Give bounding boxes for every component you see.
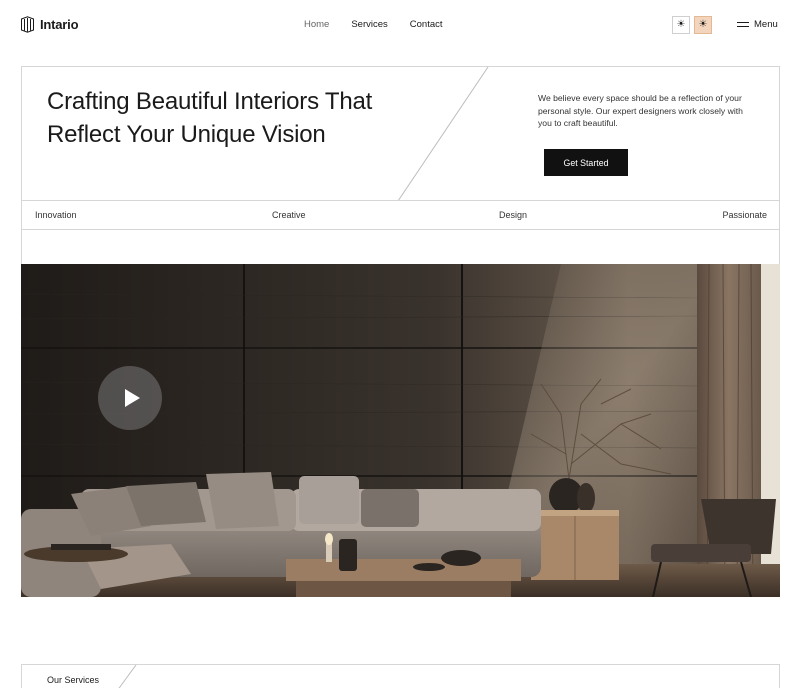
- tag-innovation: Innovation: [35, 210, 77, 220]
- nav-contact[interactable]: Contact: [410, 19, 443, 30]
- get-started-button[interactable]: Get Started: [544, 149, 628, 176]
- brand-name: Intario: [40, 17, 79, 32]
- dark-mode-button[interactable]: ☀: [694, 16, 712, 34]
- decorative-diagonal-line: [118, 665, 137, 688]
- hero-description: We believe every space should be a refle…: [538, 93, 743, 129]
- hero-title: Crafting Beautiful Interiors That Reflec…: [47, 88, 373, 148]
- play-video-button[interactable]: [98, 366, 162, 430]
- hero-section: Crafting Beautiful Interiors That Reflec…: [21, 66, 780, 264]
- tag-creative: Creative: [272, 210, 306, 220]
- tag-strip: Innovation Creative Design Passionate: [22, 200, 779, 230]
- living-room-illustration: [21, 264, 780, 597]
- tag-design: Design: [499, 210, 528, 220]
- services-section: Our Services: [21, 664, 780, 688]
- logo[interactable]: Intario: [20, 16, 79, 33]
- main-nav: Home Services Contact: [304, 19, 443, 30]
- services-heading: Our Services: [47, 675, 100, 685]
- logo-icon: [21, 16, 34, 33]
- tag-passionate: Passionate: [722, 210, 767, 220]
- site-header: Intario Home Services Contact ☀ ☀ Menu: [0, 0, 800, 50]
- menu-button[interactable]: Menu: [737, 19, 778, 30]
- nav-services[interactable]: Services: [351, 19, 387, 30]
- light-mode-button[interactable]: ☀: [672, 16, 690, 34]
- nav-home[interactable]: Home: [304, 19, 329, 30]
- interior-photo: [21, 264, 780, 597]
- sun-icon: ☀: [676, 19, 686, 30]
- hamburger-icon: [737, 21, 749, 28]
- menu-label: Menu: [754, 19, 778, 30]
- play-icon: [124, 389, 140, 407]
- theme-toggle: ☀ ☀: [672, 16, 712, 34]
- sun-icon: ☀: [698, 19, 708, 30]
